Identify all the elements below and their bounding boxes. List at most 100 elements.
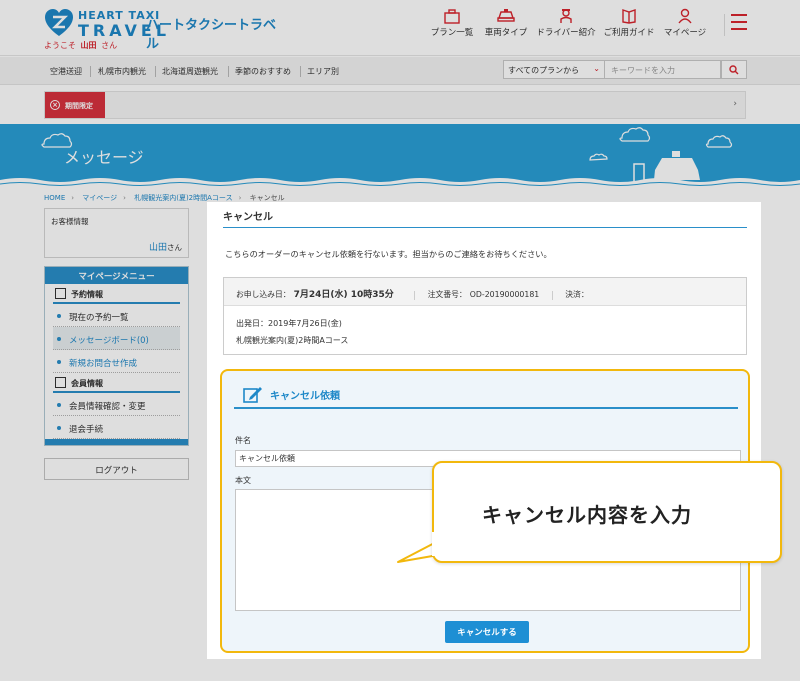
menu-category-reservation: 予約情報: [53, 284, 180, 304]
nav-plan-list[interactable]: プラン一覧: [430, 8, 474, 38]
dim-overlay: [761, 202, 800, 681]
chevron-right-icon: ›: [733, 99, 737, 109]
menu-item-label: 会員情報確認・変更: [69, 402, 146, 412]
nav-driver-intro[interactable]: ドライバー紹介: [536, 8, 596, 38]
subnav-seasonal[interactable]: 季節のおすすめ: [235, 66, 291, 77]
menu-item-member-info[interactable]: 会員情報確認・変更: [53, 393, 180, 416]
reservation-icon: [55, 288, 66, 299]
order-number-label: 注文番号：: [427, 290, 467, 299]
menu-item-label: 新規お問合せ作成: [69, 359, 138, 369]
annotation-callout: キャンセル内容を入力: [432, 461, 782, 563]
bullet-icon: [57, 426, 61, 430]
payment-label: 決済：: [565, 290, 589, 299]
intro-text: こちらのオーダーのキャンセル依頼を行ないます。担当からのご連絡をお待ちください。: [225, 249, 552, 259]
keyword-search-input[interactable]: キーワードを入力: [605, 60, 721, 79]
nav-label: ご利用ガイド: [603, 28, 655, 38]
mypage-menu: マイページメニュー 予約情報 現在の予約一覧 メッセージボード(0) 新規お問合…: [44, 266, 189, 446]
chevron-down-icon: ⌄: [593, 64, 600, 73]
driver-icon: [560, 9, 572, 23]
section-title: キャンセル: [223, 208, 747, 228]
category-label: 予約情報: [71, 290, 103, 299]
subnav-airport-transfer[interactable]: 空港送迎: [50, 66, 82, 77]
nav-label: マイページ: [663, 28, 707, 38]
subnav-hokkaido-tour[interactable]: 北海道周遊観光: [162, 66, 218, 77]
subnav-by-area[interactable]: エリア別: [307, 66, 339, 77]
customer-info-label: お客様情報: [51, 217, 89, 226]
divider: [300, 66, 301, 77]
nav-label: 車両タイプ: [484, 28, 528, 38]
nav-label: ドライバー紹介: [536, 28, 596, 38]
form-title-label: キャンセル依頼: [270, 391, 340, 402]
main-content: キャンセル こちらのオーダーのキャンセル依頼を行ないます。担当からのご連絡をお待…: [207, 202, 761, 659]
sub-navigation: 空港送迎 札幌市内観光 北海道周遊観光 季節のおすすめ エリア別 すべてのプラン…: [0, 57, 800, 85]
customer-info-box: お客様情報 山田さん: [44, 208, 189, 258]
plan-filter-value: すべてのプランから: [508, 66, 580, 75]
customer-name-suffix: さん: [167, 243, 182, 252]
cancel-submit-button[interactable]: キャンセルする: [445, 621, 529, 643]
bullet-icon: [57, 314, 61, 318]
logo[interactable]: HEART TAXI TRAVEL ハートタクシートラベル ようこそ 山田 さん: [44, 8, 284, 52]
breadcrumb-course[interactable]: 札幌観光案内(夏)2時間Aコース: [134, 194, 232, 202]
hamburger-menu-icon[interactable]: [724, 14, 748, 36]
menu-item-label: メッセージボード(0): [69, 336, 149, 346]
welcome-prefix: ようこそ: [44, 41, 76, 50]
suitcase-icon: [444, 9, 460, 24]
breadcrumb-current: キャンセル: [249, 194, 285, 202]
divider: [551, 290, 553, 300]
callout-tail-mask: [432, 532, 444, 556]
bullet-icon: [57, 337, 61, 341]
notice-bar[interactable]: × 期間限定 ›: [44, 91, 746, 119]
page-title: メッセージ: [64, 148, 144, 167]
logout-button[interactable]: ログアウト: [44, 458, 189, 480]
menu-item-label: 現在の予約一覧: [69, 313, 129, 323]
order-number-value: OD-20190000181: [469, 290, 540, 299]
nav-my-page[interactable]: マイページ: [662, 8, 708, 38]
bullet-icon: [57, 360, 61, 364]
menu-item-message-board[interactable]: メッセージボード(0): [53, 327, 180, 350]
mypage-menu-title: マイページメニュー: [45, 267, 188, 284]
site-header: HEART TAXI TRAVEL ハートタクシートラベル ようこそ 山田 さん…: [0, 0, 800, 56]
subnav-sapporo-tour[interactable]: 札幌市内観光: [98, 66, 146, 77]
heart-logo-icon: [45, 9, 73, 36]
person-icon: [678, 8, 692, 24]
car-icon: [497, 9, 515, 22]
book-icon: [622, 9, 636, 24]
menu-item-new-inquiry[interactable]: 新規お問合せ作成: [53, 350, 180, 373]
menu-item-withdraw[interactable]: 退会手続: [53, 416, 180, 439]
welcome-suffix: さん: [101, 41, 118, 50]
menu-item-label: 退会手続: [69, 425, 104, 435]
menu-category-member: 会員情報: [53, 373, 180, 393]
order-header: お申し込み日： 7月24日(水) 10時35分 注文番号： OD-201900001…: [224, 278, 746, 306]
callout-text: キャンセル内容を入力: [482, 503, 692, 527]
nav-user-guide[interactable]: ご利用ガイド: [602, 8, 656, 38]
menu-footer-bar: [45, 439, 188, 445]
search-icon: [729, 65, 739, 75]
menu-item-current-reservations[interactable]: 現在の予約一覧: [53, 304, 180, 327]
order-summary: お申し込み日： 7月24日(水) 10時35分 注文番号： OD-201900001…: [223, 277, 747, 355]
customer-name-value: 山田: [148, 243, 167, 253]
divider: [414, 290, 416, 300]
limited-time-badge: × 期間限定: [45, 92, 105, 118]
welcome-user-name: 山田: [80, 41, 97, 50]
breadcrumb-mypage[interactable]: マイページ: [82, 194, 117, 202]
bullet-icon: [57, 403, 61, 407]
divider: [228, 66, 229, 77]
subject-label: 件名: [235, 436, 251, 445]
divider: [90, 66, 91, 77]
breadcrumb-home[interactable]: HOME: [44, 194, 65, 202]
plan-filter-select[interactable]: すべてのプランから ⌄: [503, 60, 605, 79]
close-icon: ×: [50, 100, 60, 110]
nav-label: プラン一覧: [430, 28, 474, 38]
edit-icon: [243, 387, 262, 403]
logo-text-ja: ハートタクシートラベル: [146, 18, 277, 52]
category-label: 会員情報: [71, 379, 103, 388]
form-title: キャンセル依頼: [234, 383, 738, 409]
page-banner: メッセージ: [0, 124, 800, 188]
order-date-value: 7月24日(水) 10時35分: [293, 290, 394, 300]
badge-label: 期間限定: [65, 102, 93, 110]
search-button[interactable]: [721, 60, 747, 79]
welcome-message: ようこそ 山田 さん: [44, 40, 117, 51]
dim-overlay: [207, 659, 761, 681]
nav-vehicle-type[interactable]: 車両タイプ: [484, 8, 528, 38]
departure-date: 出発日：2019年7月26日(金): [236, 319, 342, 328]
